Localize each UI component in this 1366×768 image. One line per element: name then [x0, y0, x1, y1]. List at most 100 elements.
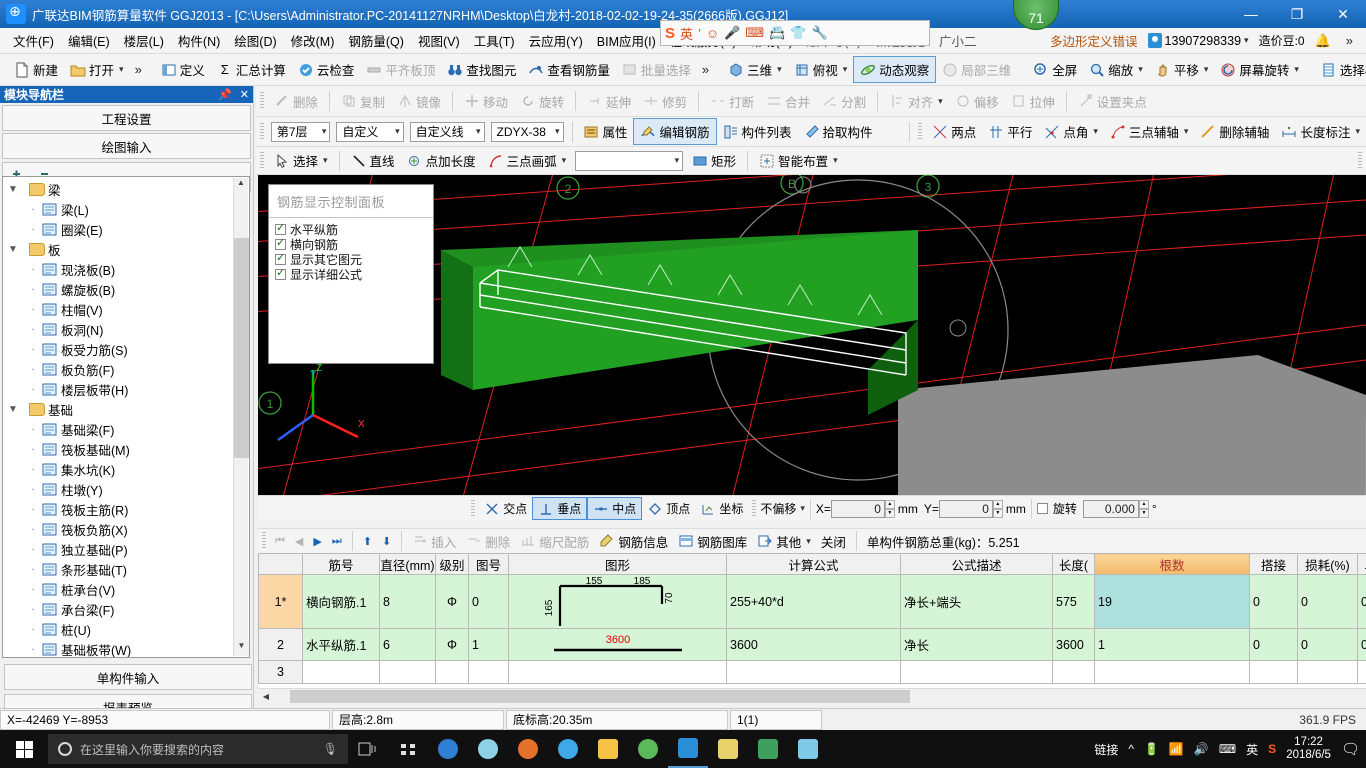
task-view-button[interactable] [348, 730, 388, 768]
axis-toolbar-grip[interactable] [918, 122, 923, 141]
move-button[interactable]: 移动 [458, 89, 514, 114]
menu-edit[interactable]: 编辑(E) [61, 28, 117, 53]
merge-button[interactable]: 合并 [760, 89, 816, 114]
chevron-down-icon[interactable]: ▾ [777, 64, 782, 75]
ime-language-indicator[interactable]: 英 [1246, 741, 1258, 758]
chevron-down-icon[interactable]: ▼ [5, 404, 21, 415]
rebar-library-button[interactable]: 钢筋图库 [673, 530, 752, 553]
chevron-down-icon[interactable]: ▾ [1093, 126, 1098, 137]
tree-item[interactable]: · 筏板基础(M) [5, 439, 233, 459]
chevron-down-icon[interactable]: ▾ [476, 126, 481, 137]
firefox-button[interactable] [508, 730, 548, 768]
tree-item[interactable]: · 板负筋(F) [5, 359, 233, 379]
cell-grade[interactable]: Φ [435, 628, 469, 661]
component-list-button[interactable]: 构件列表 [717, 119, 798, 144]
edit-toolbar-grip[interactable] [260, 92, 264, 110]
edge-legacy-button[interactable] [428, 730, 468, 768]
rotate-button[interactable]: 旋转 [514, 89, 570, 114]
snap-coordinate[interactable]: 坐标 [695, 498, 748, 519]
ime-mode-icon[interactable]: 英 [680, 24, 693, 43]
nav-first-button[interactable]: ⏮ [270, 535, 290, 548]
col-loss[interactable]: 损耗(%) [1297, 553, 1358, 575]
point-length-button[interactable]: 点加长度 [401, 148, 482, 173]
tree-item[interactable]: · 承台梁(F) [5, 599, 233, 619]
three-point-axis-button[interactable]: 三点辅轴 ▾ [1104, 119, 1195, 144]
set-grip-button[interactable]: 设置夹点 [1072, 89, 1153, 114]
table-row[interactable]: 3 [258, 660, 1366, 684]
align-slab-top-button[interactable]: 平齐板顶 [360, 57, 441, 82]
zoom-button[interactable]: 缩放 ▾ [1083, 57, 1149, 82]
menu-modify[interactable]: 修改(M) [284, 28, 342, 53]
cell-count[interactable]: 1 [1094, 628, 1250, 661]
ggj-green-button[interactable] [748, 730, 788, 768]
app-mesh-button[interactable] [388, 730, 428, 768]
pan-button[interactable]: 平移 ▾ [1149, 57, 1215, 82]
tree-item[interactable]: · 集水坑(K) [5, 459, 233, 479]
nav-next-button[interactable]: ▶ [308, 535, 326, 548]
cell-grade[interactable]: Φ [435, 574, 469, 629]
col-formula-desc[interactable]: 公式描述 [900, 553, 1053, 575]
ime-settings-icon[interactable]: 🔧 [812, 25, 828, 41]
chevron-down-icon[interactable]: ▾ [800, 503, 805, 514]
draw-option-combo[interactable]: ▾ [575, 150, 684, 171]
scroll-down-arrow[interactable]: ▼ [234, 641, 249, 656]
table-row[interactable]: 2 水平纵筋.1 6 Φ 1 3600 3600 净长 3600 1 0 0 0 [258, 628, 1366, 661]
cell-diameter[interactable] [379, 660, 436, 684]
cell-unit-weight[interactable]: 0.936 [1357, 628, 1366, 661]
col-lap[interactable]: 搭接 [1249, 553, 1298, 575]
cell-loss[interactable]: 0 [1297, 628, 1358, 661]
chevron-down-icon[interactable]: ▾ [119, 64, 124, 75]
rebar-table[interactable]: 筋号 直径(mm) 级别 图号 图形 计算公式 公式描述 长度( 根数 搭接 损… [258, 553, 1366, 693]
keyboard-icon[interactable]: ⌨ [1219, 742, 1236, 756]
cell-unit-weight[interactable] [1357, 660, 1366, 684]
chevron-down-icon[interactable]: ▾ [555, 126, 560, 137]
copy-button[interactable]: 复制 [335, 89, 391, 114]
find-element-button[interactable]: 查找图元 [441, 57, 522, 82]
file-explorer-button[interactable] [588, 730, 628, 768]
define-button[interactable]: 定义 [155, 57, 211, 82]
tree-item[interactable]: · 圈梁(E) [5, 219, 233, 239]
tree-item[interactable]: · 独立基础(P) [5, 539, 233, 559]
menu-tools[interactable]: 工具(T) [467, 28, 522, 53]
minimize-button[interactable]: — [1228, 0, 1274, 28]
snap-perpendicular[interactable]: 垂点 [532, 497, 588, 520]
close-icon[interactable]: ✕ [240, 88, 249, 101]
snap-grip[interactable] [471, 499, 476, 518]
row-index[interactable]: 1* [258, 574, 303, 629]
cell-lap[interactable] [1249, 660, 1298, 684]
tree-scrollbar[interactable]: ▲ ▼ [233, 178, 249, 656]
taskbar-search-box[interactable]: 在这里输入你要搜索的内容 🎙 [48, 734, 348, 764]
3d-viewport[interactable]: 2 B 3 1 Z Y X 钢筋显示控制面板 ✓ 水平纵筋 ✓ 横向钢筋 ✓ 显… [258, 175, 1366, 495]
align-button[interactable]: 对齐 ▾ [883, 89, 949, 114]
row-index[interactable]: 2 [258, 628, 303, 661]
chevron-down-icon[interactable]: ▾ [938, 96, 943, 107]
col-shape-no[interactable]: 图号 [468, 553, 509, 575]
rebar-option-row[interactable]: 水平纵筋 [275, 221, 433, 237]
tree-item[interactable]: · 梁(L) [5, 199, 233, 219]
cell-formula-desc[interactable]: 净长 [900, 628, 1053, 661]
notes-button[interactable] [708, 730, 748, 768]
rectangle-tool-button[interactable]: 矩形 [686, 148, 742, 173]
point-angle-button[interactable]: 点角 ▾ [1038, 119, 1104, 144]
taskbar-clock[interactable]: 17:22 2018/6/5 [1286, 736, 1331, 762]
checkbox-transverse-rebar[interactable] [275, 236, 286, 250]
cell-diameter[interactable]: 6 [379, 628, 436, 661]
ime-toolbar[interactable]: S 英 ’ ☺ 🎤 ⌨ 📇 👕 🔧 [660, 20, 930, 46]
cell-shape-no[interactable]: 1 [468, 628, 509, 661]
menu-overflow-icon[interactable]: » [1341, 33, 1358, 48]
cell-lap[interactable]: 0 [1249, 574, 1298, 629]
wifi-icon[interactable]: 📶 [1169, 742, 1184, 756]
chevron-down-icon[interactable]: ▾ [675, 155, 680, 166]
tree-item[interactable]: · 现浇板(B) [5, 259, 233, 279]
menu-draw[interactable]: 绘图(D) [227, 28, 283, 53]
ime-voice-icon[interactable]: 🎤 [724, 25, 740, 41]
edge-button[interactable] [548, 730, 588, 768]
browser-green-button[interactable] [628, 730, 668, 768]
rotate-checkbox[interactable] [1036, 503, 1048, 514]
chevron-down-icon[interactable]: ▾ [395, 126, 400, 137]
cell-shape[interactable] [508, 660, 727, 684]
rebar-editbar-grip[interactable] [262, 532, 266, 550]
cell-count[interactable]: 19 [1094, 574, 1250, 629]
cell-count[interactable] [1094, 660, 1250, 684]
floor-selector[interactable]: 第7层 ▾ [270, 121, 331, 142]
